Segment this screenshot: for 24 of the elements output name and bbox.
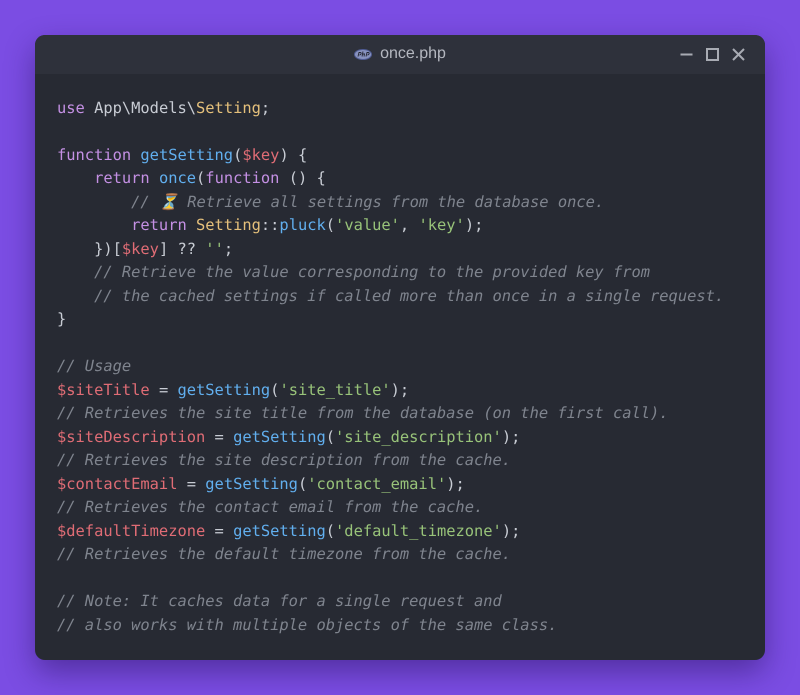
code-line: // Retrieves the default timezone from the cache. <box>57 544 512 565</box>
code-line: // Retrieves the contact email from the cache. <box>57 497 484 518</box>
code-line: return Setting::pluck('value', 'key'); <box>130 215 484 236</box>
window-title: once.php <box>380 45 446 64</box>
code-line: // Note: It caches data for a single request and <box>57 591 502 612</box>
code-line: $defaultTimezone = getSetting('default_timezone'); <box>57 520 520 542</box>
code-line: } <box>57 309 66 330</box>
close-icon[interactable] <box>732 48 745 61</box>
code-line: // Usage <box>57 356 132 377</box>
code-line: $siteDescription = getSetting('site_description'); <box>57 426 520 448</box>
code-line: $contactEmail = getSetting('contact_email'); <box>57 474 465 495</box>
code-line: })[$key] ?? ''; <box>93 238 234 260</box>
code-line: // Retrieves the site description from the cache. <box>57 450 512 471</box>
code-line: $siteTitle = getSetting('site_title'); <box>57 380 410 401</box>
maximize-icon[interactable] <box>706 48 719 61</box>
php-icon <box>354 48 372 60</box>
code-line: // Retrieves the site title from the database (on the first call). <box>57 403 669 424</box>
code-line: // Retrieve the value corresponding to the provided key from <box>93 262 650 283</box>
code-line: // the cached settings if called more than once in a single request. <box>93 286 724 306</box>
code-line: // also works with multiple objects of the same class. <box>57 614 558 636</box>
code-line: // ⏳ Retrieve all settings from the database once. <box>130 192 604 212</box>
code-line: return once(function () { <box>93 168 326 189</box>
code-line: function getSetting($key) { <box>57 144 308 166</box>
code-line: use App\Models\Setting; <box>57 98 270 118</box>
